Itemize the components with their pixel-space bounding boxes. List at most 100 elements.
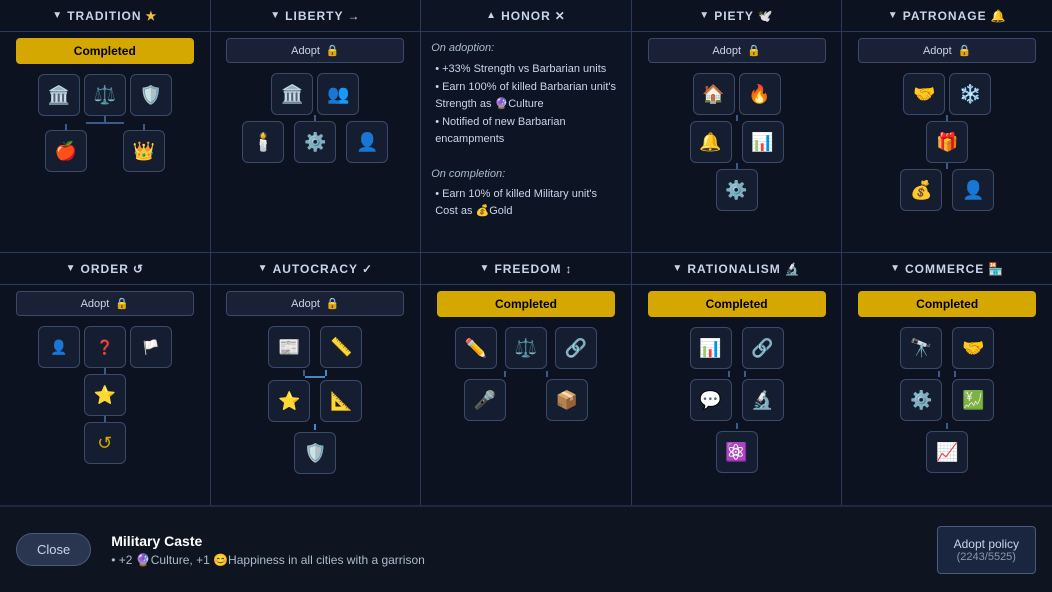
- order-lock: 🔒: [115, 297, 129, 310]
- order-icon-flag[interactable]: 🏳️: [130, 326, 172, 368]
- order-top-icons: 👤 ❓ 🏳️: [38, 326, 172, 368]
- piety-column: ▼ PIETY 🕊️ Adopt 🔒 🏠 🔥 🔔 📊 ⚙️: [632, 0, 843, 252]
- order-icon: ↺: [133, 262, 144, 276]
- rationalism-completed-btn[interactable]: Completed: [648, 291, 826, 317]
- tradition-completed-btn[interactable]: Completed: [16, 38, 194, 64]
- freedom-tree: ✏️ ⚖️ 🔗 🎤 📦: [421, 323, 631, 425]
- patronage-column: ▼ PATRONAGE 🔔 Adopt 🔒 🤝 ❄️ 🎁 💰 👤: [842, 0, 1052, 252]
- rationalism-column: ▼ RATIONALISM 🔬 Completed 📊 🔗 💬 🔬: [632, 253, 843, 505]
- policy-tree-main: ▼ TRADITION ★ Completed 🏛️ ⚖️ 🛡️: [0, 0, 1052, 505]
- order-icon-worker[interactable]: 👤: [38, 326, 80, 368]
- honor-bullet1: • +33% Strength vs Barbarian units: [435, 61, 621, 78]
- piety-icon-fire[interactable]: 🔥: [739, 73, 781, 115]
- piety-icon-bell[interactable]: 🔔: [690, 121, 732, 163]
- tradition-icon-monument[interactable]: 🏛️: [38, 74, 80, 116]
- commerce-icon-telescope[interactable]: 🔭: [900, 327, 942, 369]
- rationalism-vline3: [736, 423, 738, 429]
- liberty-label: LIBERTY: [285, 9, 343, 23]
- liberty-column: ▼ LIBERTY → Adopt 🔒 🏛️ 👥 🕯️ ⚙️ 👤: [211, 0, 422, 252]
- tradition-label: TRADITION: [67, 9, 141, 23]
- tradition-icon-crown[interactable]: 👑: [123, 130, 165, 172]
- commerce-vline3: [946, 423, 948, 429]
- rationalism-icon-chart[interactable]: 📊: [690, 327, 732, 369]
- liberty-icon-torch[interactable]: 🕯️: [242, 121, 284, 163]
- tradition-arrow: ▼: [52, 10, 63, 21]
- liberty-icon: →: [348, 9, 361, 23]
- autocracy-icon-star[interactable]: ⭐: [268, 380, 310, 422]
- rationalism-icon-atom[interactable]: ⚛️: [716, 431, 758, 473]
- freedom-icon-scale[interactable]: ⚖️: [505, 327, 547, 369]
- commerce-icon-chart[interactable]: 💹: [952, 379, 994, 421]
- adopt-policy-cost: (2243/5525): [954, 551, 1019, 563]
- patronage-icon-gold[interactable]: 💰: [900, 169, 942, 211]
- freedom-icon-box[interactable]: 📦: [546, 379, 588, 421]
- liberty-icon-person[interactable]: 👤: [346, 121, 388, 163]
- piety-lock: 🔒: [747, 44, 761, 57]
- autocracy-icon: ✓: [362, 262, 373, 276]
- autocracy-tree: 📰 📏 ⭐ 📐 🛡️: [211, 322, 421, 478]
- rationalism-label: RATIONALISM: [687, 262, 780, 276]
- tradition-icon-shield[interactable]: 🛡️: [130, 74, 172, 116]
- order-icon-question[interactable]: ❓: [84, 326, 126, 368]
- patronage-top-icons: 🤝 ❄️: [903, 73, 991, 115]
- patronage-icon-gift[interactable]: 🎁: [926, 121, 968, 163]
- autocracy-lock: 🔒: [326, 297, 340, 310]
- autocracy-icon-paper[interactable]: 📰: [268, 326, 310, 368]
- piety-top-icons: 🏠 🔥: [693, 73, 781, 115]
- order-icon-star[interactable]: ⭐: [84, 374, 126, 416]
- freedom-label: FREEDOM: [494, 262, 561, 276]
- adopt-policy-button[interactable]: Adopt policy (2243/5525): [937, 526, 1036, 574]
- piety-icon-gear[interactable]: ⚙️: [716, 169, 758, 211]
- freedom-header: ▼ FREEDOM ↕: [421, 253, 631, 285]
- autocracy-adopt-btn[interactable]: Adopt 🔒: [226, 291, 404, 316]
- autocracy-arrow: ▼: [258, 263, 269, 274]
- patronage-adopt-btn[interactable]: Adopt 🔒: [858, 38, 1036, 63]
- liberty-icon-gear[interactable]: ⚙️: [294, 121, 336, 163]
- tradition-icon-justice[interactable]: ⚖️: [84, 74, 126, 116]
- piety-icon: 🕊️: [758, 9, 774, 23]
- piety-adopt-btn[interactable]: Adopt 🔒: [648, 38, 826, 63]
- close-button[interactable]: Close: [16, 533, 91, 566]
- tradition-top-icons: 🏛️ ⚖️ 🛡️: [38, 74, 172, 116]
- piety-icon-chart[interactable]: 📊: [742, 121, 784, 163]
- rationalism-icon-speech[interactable]: 💬: [690, 379, 732, 421]
- order-label: ORDER: [81, 262, 129, 276]
- commerce-column: ▼ COMMERCE 🏪 Completed 🔭 🤝 ⚙️ 💹: [842, 253, 1052, 505]
- commerce-icon-pie[interactable]: 📈: [926, 431, 968, 473]
- autocracy-icon-triangle[interactable]: 📐: [320, 380, 362, 422]
- order-arrow: ▼: [66, 263, 77, 274]
- honor-bullet2: • Earn 100% of killed Barbarian unit's S…: [435, 79, 621, 112]
- freedom-column: ▼ FREEDOM ↕ Completed ✏️ ⚖️ 🔗 🎤 📦: [421, 253, 632, 505]
- commerce-completed-btn[interactable]: Completed: [858, 291, 1036, 317]
- tradition-icon-apple[interactable]: 🍎: [45, 130, 87, 172]
- honor-x: ✕: [555, 9, 566, 23]
- patronage-icon-person[interactable]: 👤: [952, 169, 994, 211]
- commerce-icon-gear[interactable]: ⚙️: [900, 379, 942, 421]
- freedom-vline1: [504, 371, 506, 377]
- patronage-icon-handshake[interactable]: 🤝: [903, 73, 945, 115]
- autocracy-icon-ruler[interactable]: 📏: [320, 326, 362, 368]
- liberty-adopt-btn[interactable]: Adopt 🔒: [226, 38, 404, 63]
- freedom-icon-mic[interactable]: 🎤: [464, 379, 506, 421]
- freedom-icon-pen[interactable]: ✏️: [455, 327, 497, 369]
- piety-tree: 🏠 🔥 🔔 📊 ⚙️: [632, 69, 842, 252]
- order-icon-recycle[interactable]: ↺: [84, 422, 126, 464]
- rationalism-icon-network[interactable]: 🔗: [742, 327, 784, 369]
- piety-adopt-label: Adopt: [712, 45, 741, 57]
- autocracy-icon-shield[interactable]: 🛡️: [294, 432, 336, 474]
- order-adopt-btn[interactable]: Adopt 🔒: [16, 291, 194, 316]
- selected-policy-name: Military Caste: [111, 533, 936, 549]
- patronage-tree: 🤝 ❄️ 🎁 💰 👤: [842, 69, 1052, 252]
- rationalism-icon-flask[interactable]: 🔬: [742, 379, 784, 421]
- piety-icon-temple[interactable]: 🏠: [693, 73, 735, 115]
- commerce-icon-handshake[interactable]: 🤝: [952, 327, 994, 369]
- honor-adoption-title: On adoption:: [431, 40, 621, 57]
- freedom-completed-btn[interactable]: Completed: [437, 291, 615, 317]
- freedom-icon-chain[interactable]: 🔗: [555, 327, 597, 369]
- patronage-icon-snowflake[interactable]: ❄️: [949, 73, 991, 115]
- honor-completion-title: On completion:: [431, 166, 621, 183]
- liberty-icon-people[interactable]: 👥: [317, 73, 359, 115]
- honor-column: ▲ HONOR ✕ On adoption: • +33% Strength v…: [421, 0, 632, 252]
- autocracy-vline3: [314, 424, 316, 430]
- liberty-icon-colosseum[interactable]: 🏛️: [271, 73, 313, 115]
